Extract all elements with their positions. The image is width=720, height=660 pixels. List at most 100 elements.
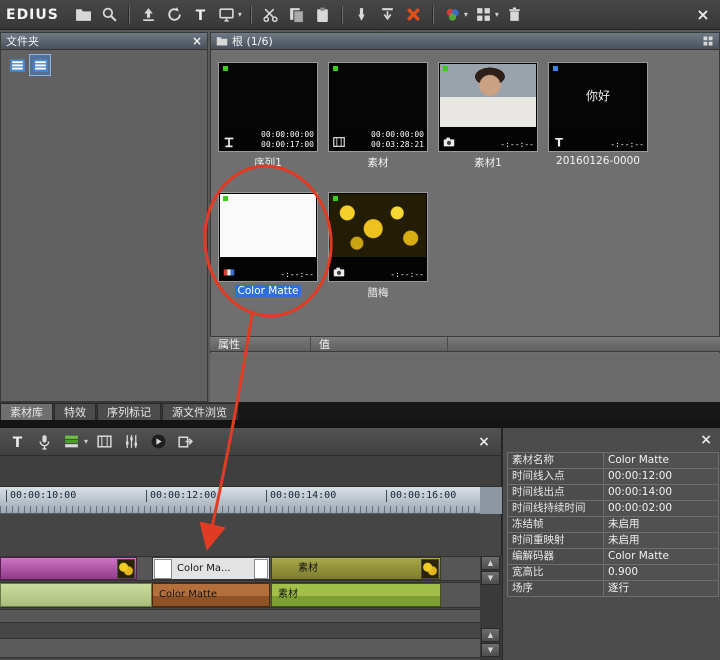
folder-panel-close-button[interactable]: × bbox=[192, 34, 202, 48]
tab-sequence-marker[interactable]: 序列标记 bbox=[97, 403, 161, 420]
bin-clip-title[interactable]: 你好 -:--:-- 20160126-0000 bbox=[548, 62, 648, 169]
folder-panel: 文件夹 × bbox=[0, 32, 208, 402]
mixer-button[interactable] bbox=[120, 430, 143, 454]
bin-panel-header: 根 (1/6) bbox=[211, 33, 719, 50]
scroll-up-button[interactable]: ▲ bbox=[481, 628, 500, 642]
table-row: 场序逐行 bbox=[508, 581, 719, 597]
timeline-close-button[interactable]: × bbox=[473, 434, 495, 450]
bin-root-item[interactable] bbox=[30, 55, 50, 75]
app-logo: EDIUS bbox=[6, 7, 59, 23]
bin-property-header: 属性 值 bbox=[210, 336, 720, 352]
timeline-clip-sucai-video[interactable]: 素材 bbox=[271, 557, 441, 580]
title-preview-text: 你好 bbox=[586, 87, 610, 104]
layout-button[interactable] bbox=[472, 3, 495, 27]
property-label: 场序 bbox=[508, 581, 604, 596]
bin-clip-sucai[interactable]: 00:00:00:0000:03:28:21 素材 bbox=[328, 62, 428, 169]
table-row: 冻结帧未启用 bbox=[508, 517, 719, 533]
copy-button[interactable] bbox=[285, 3, 308, 27]
dropdown-caret-icon[interactable]: ▾ bbox=[238, 10, 242, 19]
property-value: 逐行 bbox=[604, 581, 719, 596]
cut-button[interactable] bbox=[259, 3, 282, 27]
tab-effects[interactable]: 特效 bbox=[54, 403, 96, 420]
text-icon bbox=[192, 6, 209, 23]
timeline-clip-magenta[interactable] bbox=[0, 557, 137, 580]
clip-preview: 你好 bbox=[550, 64, 646, 127]
folder-button[interactable] bbox=[72, 3, 95, 27]
voiceover-button[interactable] bbox=[33, 430, 56, 454]
film-button[interactable] bbox=[93, 430, 116, 454]
property-label: 时间线出点 bbox=[508, 485, 604, 500]
bin-clip-color-matte[interactable]: -:--:-- Color Matte bbox=[218, 192, 318, 299]
up-button[interactable] bbox=[137, 3, 160, 27]
clip-timecode: 00:03:28:21 bbox=[371, 140, 424, 150]
dropdown-caret-icon[interactable]: ▾ bbox=[464, 10, 468, 19]
bin-clip-sucai1[interactable]: -:--:-- 素材1 bbox=[438, 62, 538, 169]
search-button[interactable] bbox=[98, 3, 121, 27]
clip-timecode: 00:00:00:00 bbox=[261, 130, 314, 140]
properties-close-button[interactable]: × bbox=[700, 432, 712, 448]
import-icon bbox=[166, 6, 183, 23]
timeline-toolbar: ▾ × bbox=[0, 428, 501, 456]
export-icon bbox=[177, 433, 194, 450]
timeline-clip-label: Color Matte bbox=[159, 589, 217, 600]
sequence-icon bbox=[222, 135, 236, 149]
export-button[interactable] bbox=[174, 430, 197, 454]
scroll-up-button[interactable]: ▲ bbox=[481, 556, 500, 570]
pin-in-button[interactable] bbox=[350, 3, 373, 27]
timeline-clip-color-matte-video[interactable]: Color Ma... bbox=[152, 557, 270, 580]
import-button[interactable] bbox=[163, 3, 186, 27]
text-icon bbox=[552, 135, 566, 149]
bin-view-icon[interactable] bbox=[702, 35, 714, 47]
property-value: 00:00:12:00 bbox=[604, 469, 719, 484]
play-button[interactable] bbox=[147, 430, 170, 454]
track-layers-button[interactable] bbox=[60, 430, 83, 454]
timeline-clip-label: 素材 bbox=[278, 589, 298, 600]
capture-icon bbox=[218, 6, 235, 23]
bin-clip-lamei[interactable]: -:--:-- 腊梅 bbox=[328, 192, 428, 299]
trash-button[interactable] bbox=[503, 3, 526, 27]
capture-button[interactable] bbox=[215, 3, 238, 27]
timeline-audio-empty-region[interactable] bbox=[0, 583, 152, 607]
clip-label: 素材1 bbox=[438, 155, 538, 169]
scissors-icon bbox=[262, 6, 279, 23]
table-row: 时间线出点00:00:14:00 bbox=[508, 485, 719, 501]
folder-panel-header: 文件夹 × bbox=[1, 33, 207, 50]
ruler-timecode: 00:00:16:00 bbox=[386, 490, 456, 502]
timeline-clip-color-matte-audio[interactable]: Color Matte bbox=[152, 583, 270, 607]
clip-label: 序列1 bbox=[218, 155, 318, 169]
timeline-clip-label: Color Ma... bbox=[177, 563, 231, 574]
pin-out-button[interactable] bbox=[376, 3, 399, 27]
tab-source-browser[interactable]: 源文件浏览 bbox=[162, 403, 237, 420]
bin-clip-sequence1[interactable]: 00:00:00:0000:00:17:00 序列1 bbox=[218, 62, 318, 169]
divider-strip bbox=[0, 420, 720, 428]
clip-preview bbox=[330, 64, 426, 127]
tab-bar-filler bbox=[238, 402, 720, 420]
color-icon bbox=[444, 6, 461, 23]
window-close-button[interactable]: × bbox=[692, 5, 714, 24]
scroll-down-button[interactable]: ▼ bbox=[481, 571, 500, 585]
paste-button[interactable] bbox=[311, 3, 334, 27]
clip-timecode: -:--:-- bbox=[390, 270, 424, 280]
folder-panel-title: 文件夹 bbox=[6, 33, 39, 49]
clip-timecode: 00:00:00:00 bbox=[371, 130, 424, 140]
timeline-clip-sucai-audio[interactable]: 素材 bbox=[271, 583, 441, 607]
bin-header-icon bbox=[216, 35, 228, 47]
ruler-end-cap bbox=[480, 486, 502, 514]
trash-icon bbox=[506, 6, 523, 23]
ruler-timecode: 00:00:12:00 bbox=[146, 490, 216, 502]
bin-icon[interactable] bbox=[7, 55, 27, 75]
color-button[interactable] bbox=[441, 3, 464, 27]
delete-button[interactable] bbox=[402, 3, 425, 27]
timeline-ruler[interactable]: 00:00:10:00 00:00:12:00 00:00:14:00 00:0… bbox=[0, 486, 480, 514]
folder-icon bbox=[75, 6, 92, 23]
dropdown-caret-icon[interactable]: ▾ bbox=[495, 10, 499, 19]
status-dot bbox=[223, 196, 228, 201]
add-title-button[interactable] bbox=[189, 3, 212, 27]
camera-icon bbox=[442, 135, 456, 149]
mixer-icon bbox=[123, 433, 140, 450]
edius-window: T EDIUS bbox=[0, 0, 720, 660]
scroll-down-button[interactable]: ▼ bbox=[481, 643, 500, 657]
dropdown-caret-icon[interactable]: ▾ bbox=[84, 437, 88, 446]
timeline-title-button[interactable] bbox=[6, 430, 29, 454]
tab-bin[interactable]: 素材库 bbox=[0, 403, 53, 420]
